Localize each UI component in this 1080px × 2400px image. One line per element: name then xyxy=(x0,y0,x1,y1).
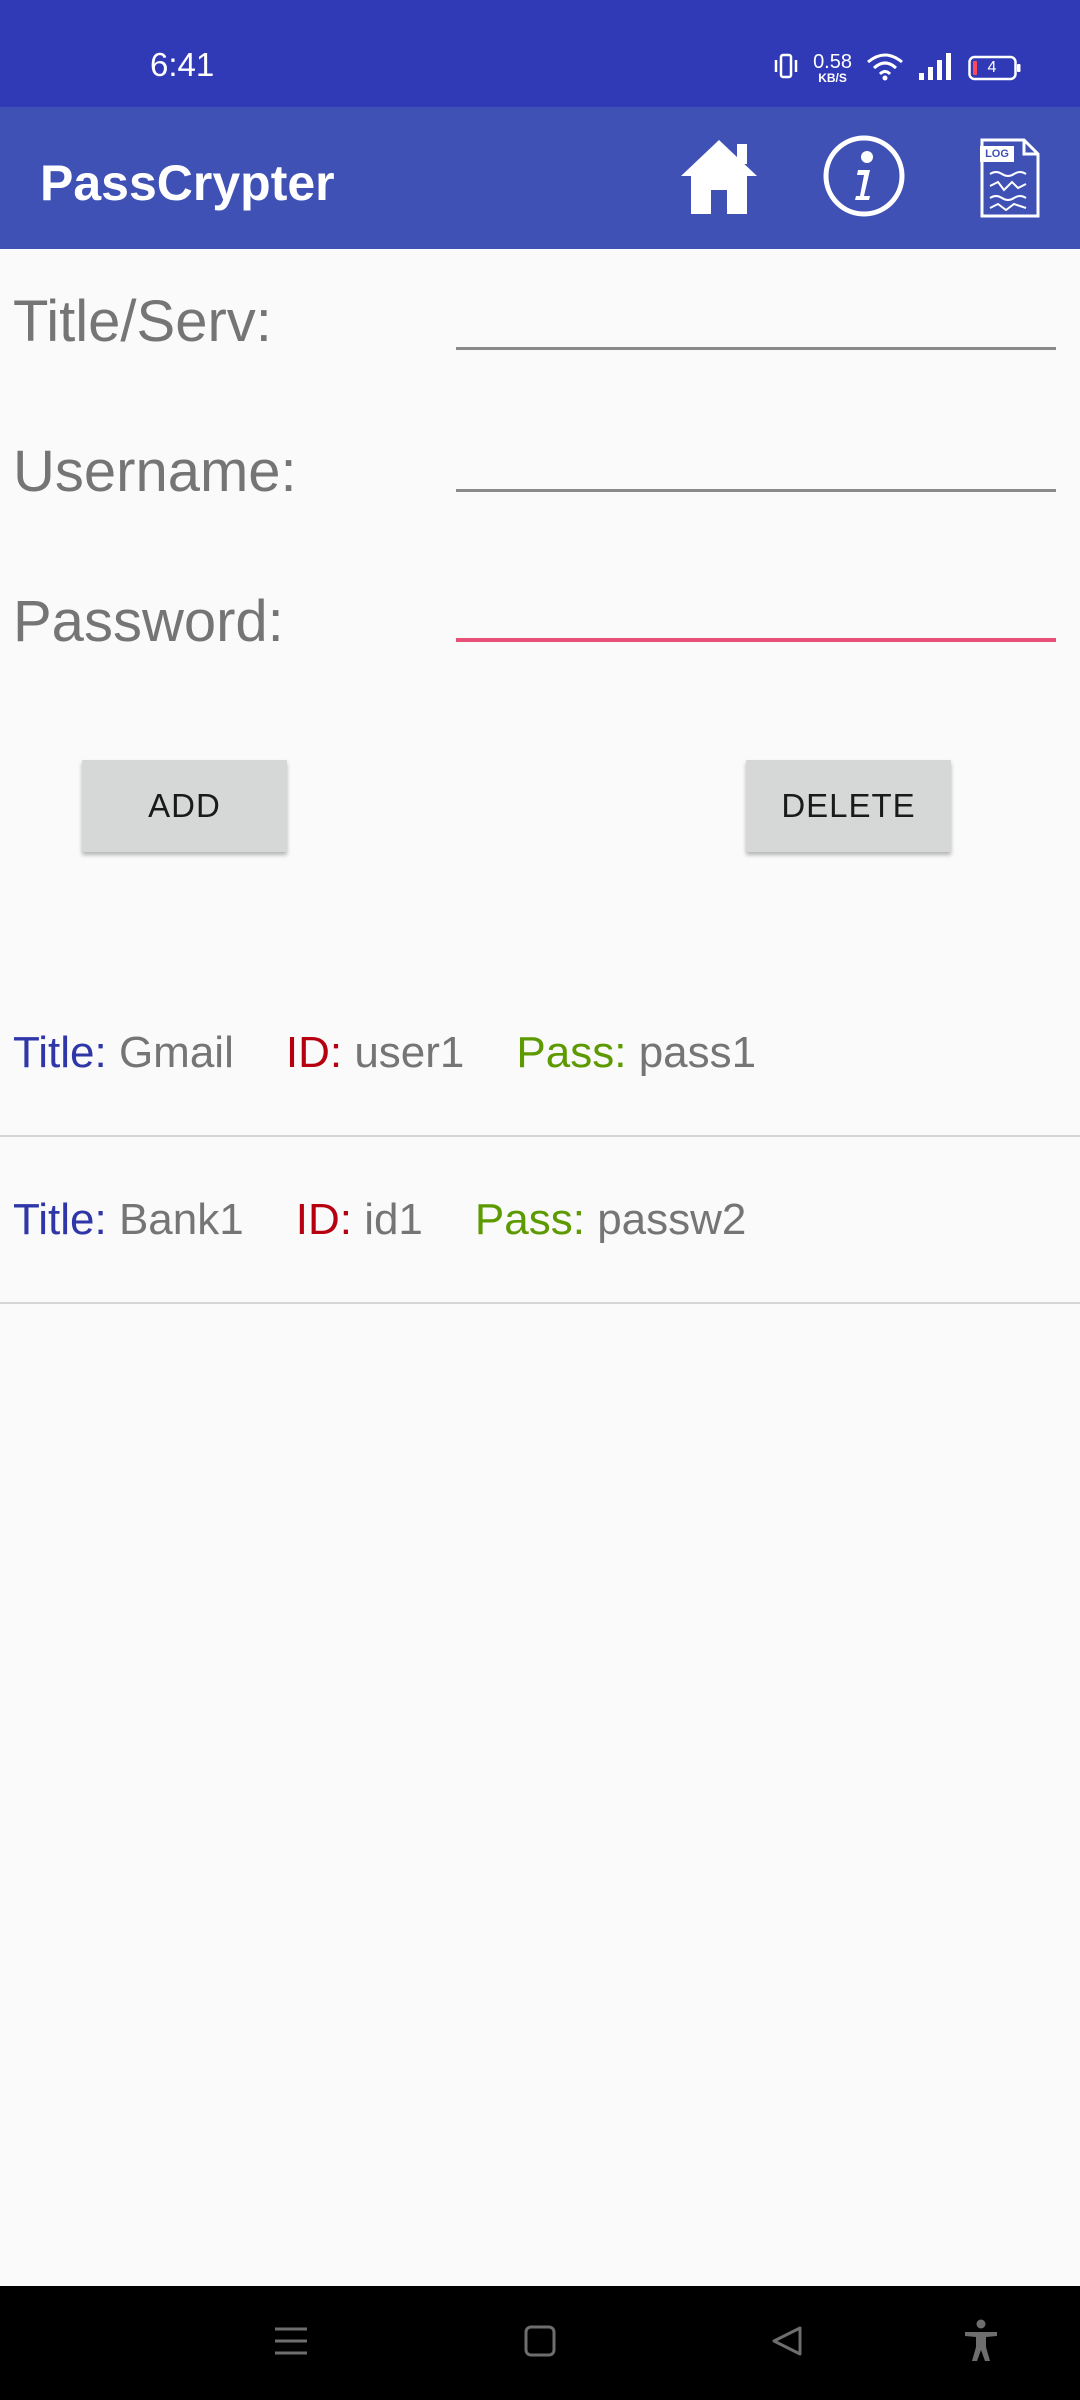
entry-id-pair: ID: user1 xyxy=(286,1028,465,1078)
signal-icon xyxy=(918,51,954,86)
entry-title-value: Gmail xyxy=(118,1027,234,1077)
title-label: Title/Serv: xyxy=(13,289,272,354)
app-bar: PassCrypter LOG xyxy=(0,107,1080,249)
entry-id-key: ID: xyxy=(285,1027,343,1077)
net-speed-unit: KB/S xyxy=(818,71,847,85)
title-row: Title/Serv: xyxy=(0,270,1080,410)
net-speed-value: 0.58 xyxy=(813,51,852,73)
entry-pass-pair: Pass: passw2 xyxy=(475,1195,746,1245)
info-button[interactable] xyxy=(821,135,907,221)
accessibility-icon xyxy=(963,2319,999,2368)
add-button[interactable]: ADD xyxy=(82,760,287,852)
entry-title-key: Title: xyxy=(13,1194,107,1244)
entry-pass-value: passw2 xyxy=(597,1194,747,1244)
username-input[interactable] xyxy=(456,422,1056,492)
status-bar: 6:41 0.58 KB/S 4 xyxy=(0,0,1080,107)
entry-pass-key: Pass: xyxy=(474,1194,585,1244)
status-time: 6:41 xyxy=(150,46,215,83)
username-label: Username: xyxy=(13,439,297,504)
entry-pass-key: Pass: xyxy=(516,1027,627,1077)
log-button[interactable]: LOG xyxy=(967,135,1053,221)
home-square-icon xyxy=(523,2324,557,2363)
home-button[interactable] xyxy=(676,135,762,221)
recents-button[interactable] xyxy=(256,2308,326,2378)
log-label: LOG xyxy=(985,148,1009,160)
log-icon: LOG xyxy=(978,136,1042,220)
wifi-icon xyxy=(866,51,904,86)
entry-title-pair: Title: Gmail xyxy=(13,1028,234,1078)
password-label: Password: xyxy=(13,589,284,654)
back-icon xyxy=(770,2324,804,2363)
entry-title-key: Title: xyxy=(13,1027,107,1077)
home-icon xyxy=(677,134,761,223)
username-row: Username: xyxy=(0,420,1080,560)
app-title: PassCrypter xyxy=(40,155,335,211)
entry-id-pair: ID: id1 xyxy=(296,1195,423,1245)
menu-icon xyxy=(273,2325,309,2362)
entries-list: Title: Gmail ID: user1 Pass: pass1 Title… xyxy=(0,970,1080,1304)
title-input[interactable] xyxy=(456,280,1056,350)
password-input[interactable] xyxy=(456,572,1056,642)
status-icons: 0.58 KB/S 4 xyxy=(773,48,1022,88)
entry-id-value: user1 xyxy=(354,1027,465,1077)
entry-id-key: ID: xyxy=(295,1194,352,1244)
entry-pass-pair: Pass: pass1 xyxy=(516,1028,756,1078)
entry-title-pair: Title: Bank1 xyxy=(13,1195,244,1245)
navigation-bar xyxy=(0,2286,1080,2400)
battery-level: 4 xyxy=(987,59,997,76)
info-icon xyxy=(822,134,906,223)
entry-title-value: Bank1 xyxy=(118,1194,244,1244)
password-row: Password: xyxy=(0,570,1080,710)
battery-icon: 4 xyxy=(968,55,1022,81)
list-item[interactable]: Title: Bank1 ID: id1 Pass: passw2 xyxy=(0,1137,1080,1304)
back-button[interactable] xyxy=(752,2308,822,2378)
entry-pass-value: pass1 xyxy=(638,1027,757,1077)
list-item[interactable]: Title: Gmail ID: user1 Pass: pass1 xyxy=(0,970,1080,1137)
home-nav-button[interactable] xyxy=(505,2308,575,2378)
delete-button[interactable]: DELETE xyxy=(746,760,951,852)
vibrate-icon xyxy=(773,51,799,86)
accessibility-button[interactable] xyxy=(946,2308,1016,2378)
entry-id-value: id1 xyxy=(364,1194,423,1244)
net-speed: 0.58 KB/S xyxy=(813,52,852,84)
